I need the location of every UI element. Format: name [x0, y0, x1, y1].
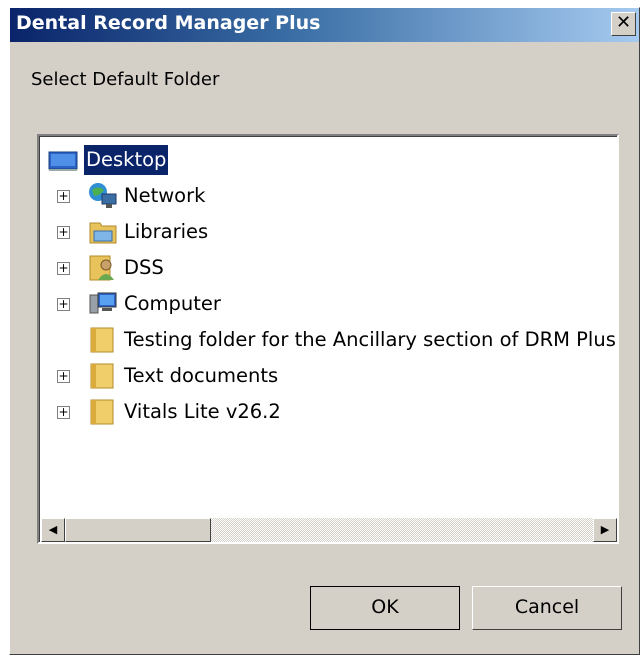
libraries-icon [89, 222, 117, 244]
tree-node-label: Libraries [124, 220, 209, 243]
folder-icon [90, 327, 114, 353]
tree-node-label: Testing folder for the Ancillary section… [124, 328, 616, 351]
desktop-icon [48, 151, 78, 171]
expand-icon[interactable]: + [57, 298, 70, 311]
expand-icon[interactable]: + [57, 226, 70, 239]
tree-node-testing-folder[interactable]: Testing folder for the Ancillary section… [48, 325, 616, 355]
folder-icon [90, 399, 114, 425]
folder-icon [90, 363, 114, 389]
tree-node-label: Desktop [84, 145, 169, 175]
expand-icon[interactable]: + [57, 406, 70, 419]
scroll-right-button[interactable]: ▶ [593, 518, 617, 542]
tree-node-desktop[interactable]: Desktop [48, 145, 348, 175]
expand-icon[interactable]: + [57, 190, 70, 203]
user-folder-icon [89, 255, 114, 281]
tree-node-libraries[interactable]: + Libraries [48, 217, 348, 247]
expand-icon[interactable]: + [57, 370, 70, 383]
computer-icon [89, 292, 117, 314]
tree-node-text-documents[interactable]: + Text documents [48, 361, 348, 391]
close-button[interactable]: ✕ [611, 12, 636, 36]
tree-node-network[interactable]: + Network [48, 181, 348, 211]
arrow-left-icon: ◀ [48, 523, 58, 536]
title-bar[interactable]: Dental Record Manager Plus ✕ [10, 8, 639, 42]
tree-node-vitals-lite[interactable]: + Vitals Lite v26.2 [48, 397, 348, 427]
tree-node-dss[interactable]: + DSS [48, 253, 348, 283]
folder-tree[interactable]: Desktop + Network + Libraries + DSS + Co… [37, 134, 619, 544]
scroll-left-button[interactable]: ◀ [41, 518, 65, 542]
folder-dialog: Dental Record Manager Plus ✕ Select Defa… [9, 7, 640, 655]
cancel-button[interactable]: Cancel [472, 586, 622, 630]
tree-node-label: Text documents [124, 364, 279, 387]
horizontal-scrollbar[interactable]: ◀ ▶ [41, 518, 617, 542]
tree-node-label: Computer [124, 292, 221, 315]
tree-node-label: DSS [124, 256, 164, 279]
tree-node-label: Vitals Lite v26.2 [124, 400, 281, 423]
arrow-right-icon: ▶ [600, 523, 610, 536]
dialog-prompt: Select Default Folder [31, 69, 220, 90]
tree-node-computer[interactable]: + Computer [48, 289, 348, 319]
close-icon: ✕ [615, 12, 632, 33]
scroll-thumb[interactable] [65, 518, 211, 542]
window-title: Dental Record Manager Plus [16, 12, 321, 34]
ok-button[interactable]: OK [310, 586, 460, 630]
network-icon [89, 183, 117, 208]
tree-node-label: Network [124, 184, 206, 207]
expand-icon[interactable]: + [57, 262, 70, 275]
